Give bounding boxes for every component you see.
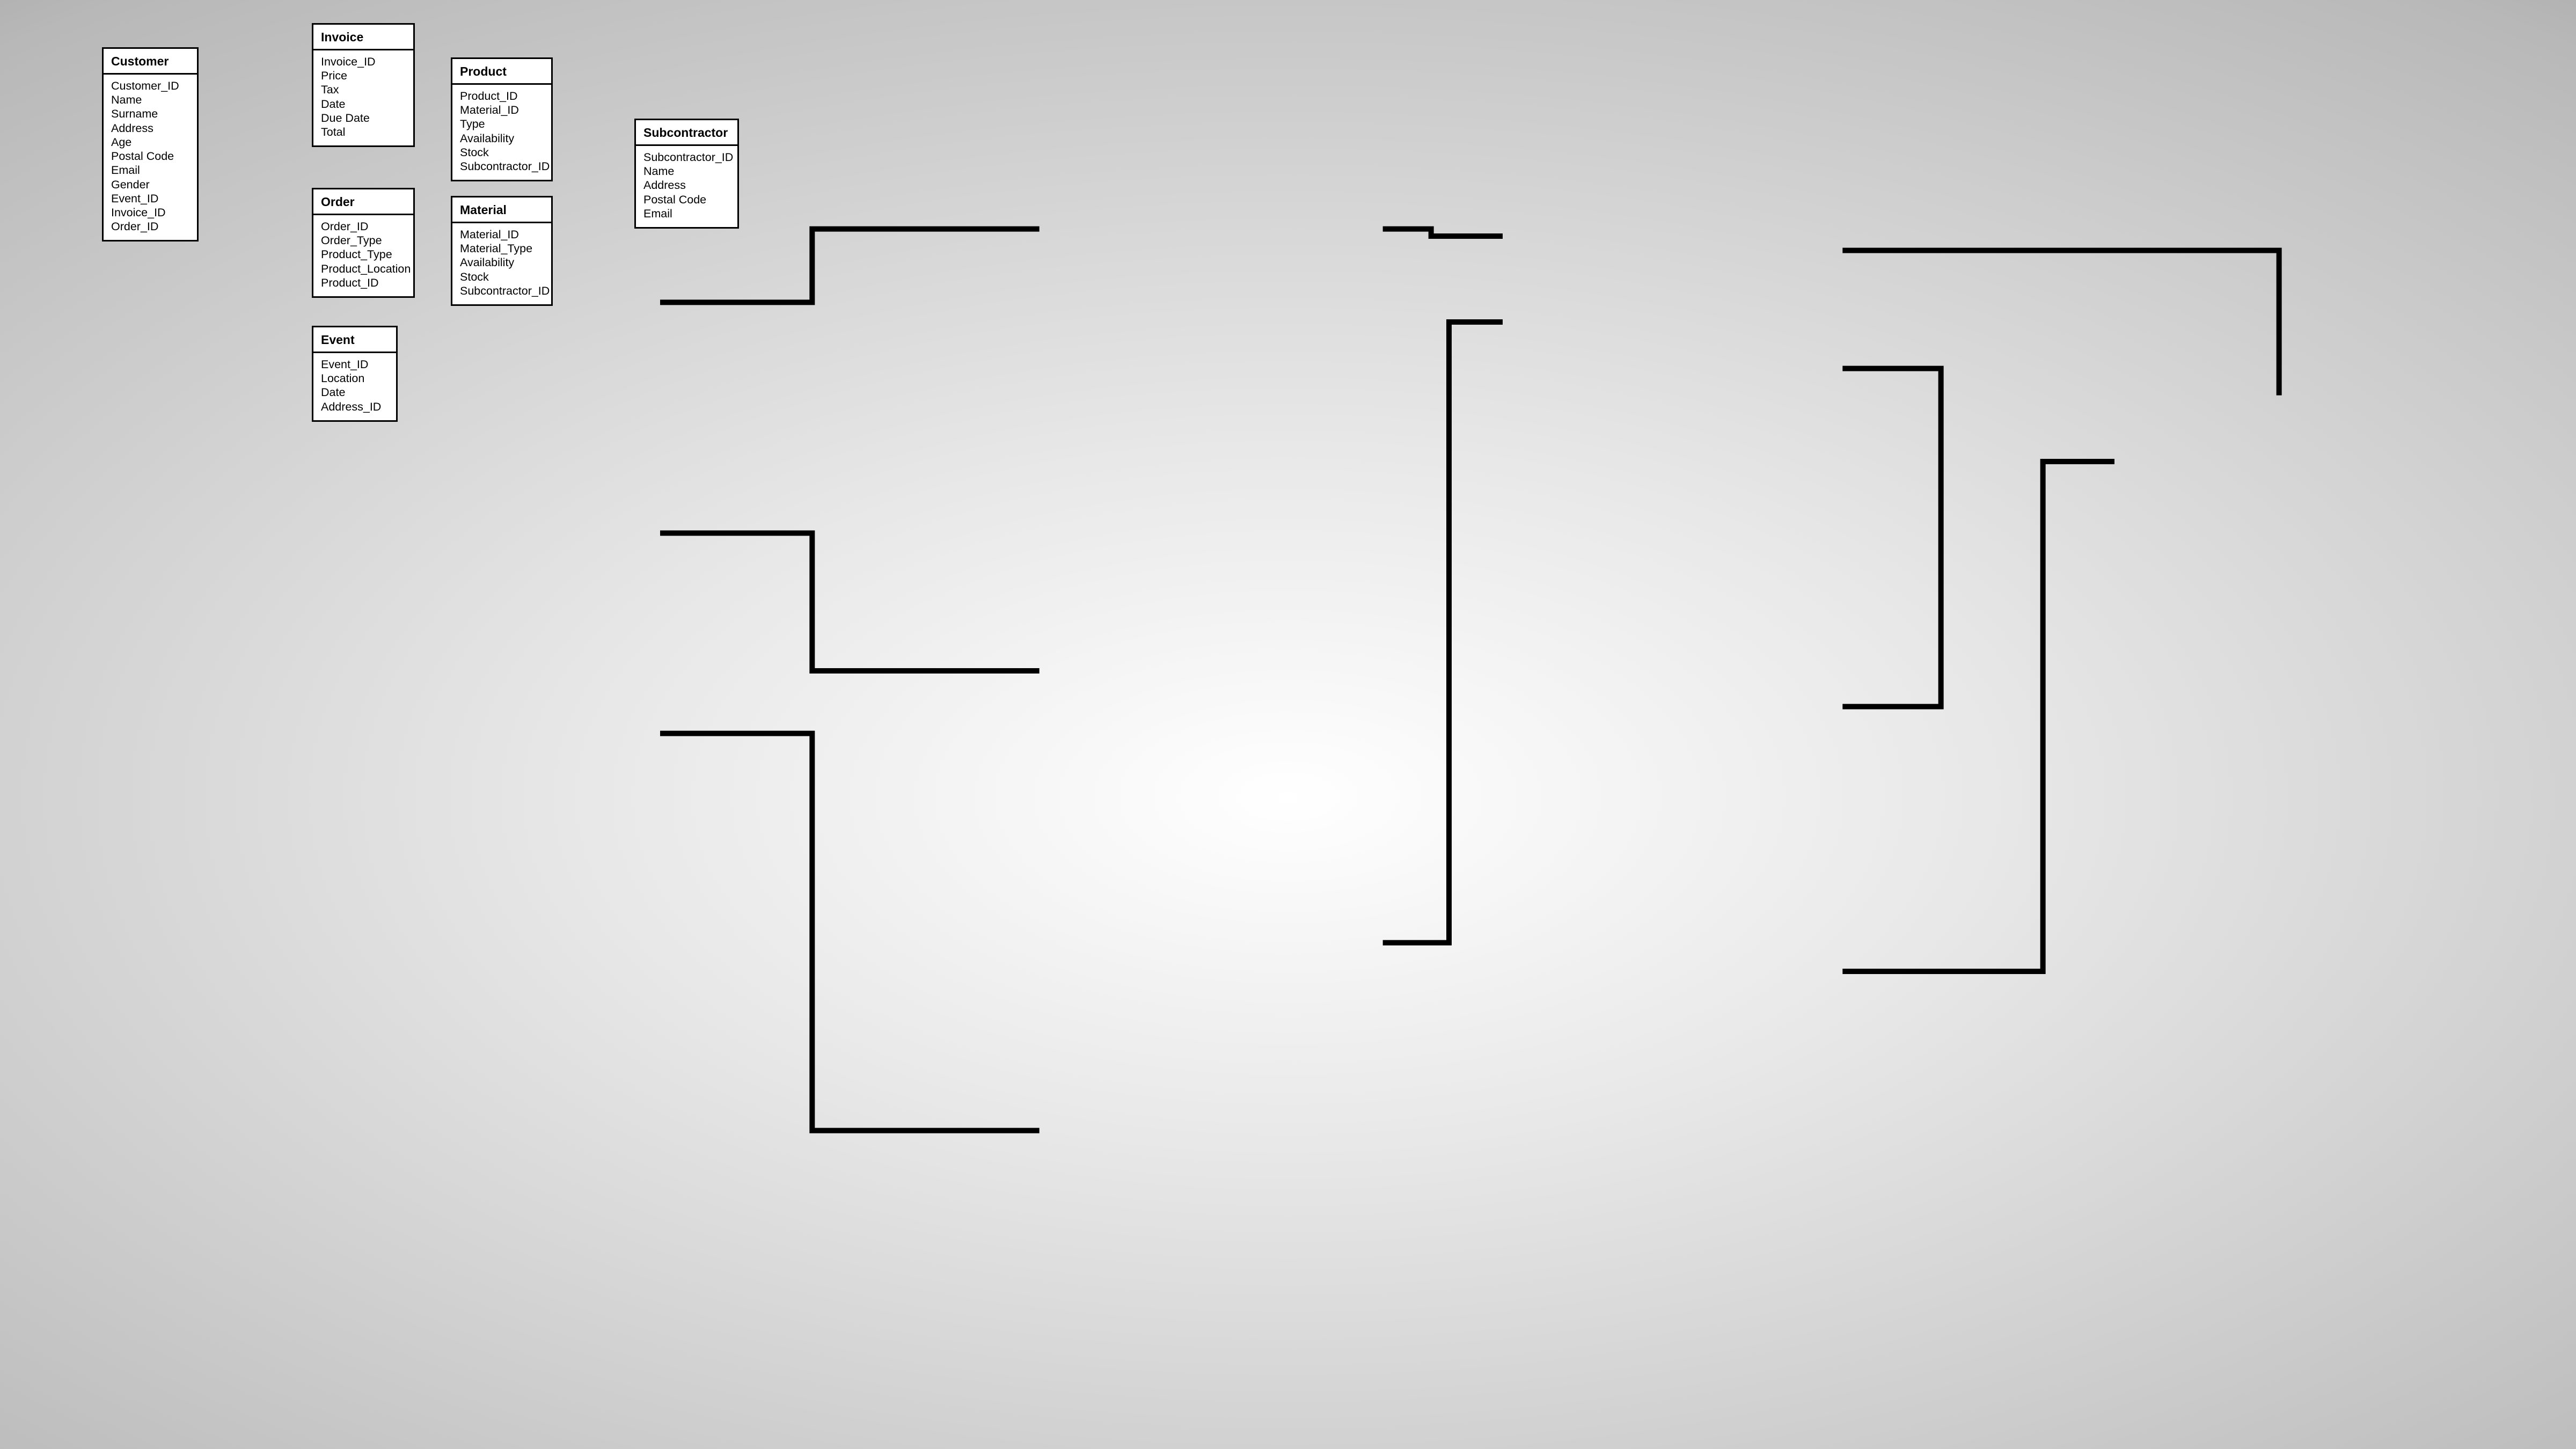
entity-customer: Customer Customer_ID Name Surname Addres… [102,47,199,241]
field: Date [321,97,406,111]
entity-fields: Event_ID Location Date Address_ID [313,353,396,420]
field: Material_Type [460,241,544,255]
field: Availability [460,131,544,145]
field: Address_ID [321,400,389,414]
field: Subcontractor_ID [643,150,730,164]
er-diagram-canvas: Customer Customer_ID Name Surname Addres… [0,0,2576,1449]
entity-title: Subcontractor [636,120,737,146]
field: Type [460,117,544,131]
field: Name [111,93,189,107]
entity-title: Invoice [313,25,413,50]
entity-event: Event Event_ID Location Date Address_ID [312,326,398,422]
entity-fields: Customer_ID Name Surname Address Age Pos… [104,75,197,240]
entity-fields: Subcontractor_ID Name Address Postal Cod… [636,146,737,227]
field: Postal Code [643,193,730,207]
entity-product: Product Product_ID Material_ID Type Avai… [451,57,553,181]
field: Invoice_ID [111,206,189,219]
field: Address [111,121,189,135]
entity-order: Order Order_ID Order_Type Product_Type P… [312,188,415,298]
field: Gender [111,178,189,192]
field: Stock [460,270,544,284]
field: Material_ID [460,228,544,241]
field: Product_Type [321,247,406,261]
field: Date [321,385,389,399]
entity-fields: Order_ID Order_Type Product_Type Product… [313,215,413,296]
field: Product_ID [460,89,544,103]
field: Product_Location [321,262,406,276]
field: Location [321,371,389,385]
entity-title: Order [313,189,413,215]
entity-invoice: Invoice Invoice_ID Price Tax Date Due Da… [312,23,415,147]
field: Availability [460,255,544,269]
entity-fields: Material_ID Material_Type Availability S… [452,223,551,304]
field: Address [643,178,730,192]
entity-fields: Product_ID Material_ID Type Availability… [452,85,551,180]
entity-fields: Invoice_ID Price Tax Date Due Date Total [313,50,413,145]
field: Invoice_ID [321,55,406,69]
field: Price [321,69,406,83]
entity-title: Material [452,197,551,223]
field: Surname [111,107,189,121]
field: Order_ID [111,219,189,233]
field: Email [643,207,730,221]
field: Subcontractor_ID [460,284,544,298]
field: Order_ID [321,219,406,233]
field: Customer_ID [111,79,189,93]
field: Product_ID [321,276,406,290]
field: Age [111,135,189,149]
field: Material_ID [460,103,544,117]
entity-material: Material Material_ID Material_Type Avail… [451,196,553,306]
entity-title: Customer [104,49,197,75]
entity-title: Event [313,327,396,353]
field: Email [111,163,189,177]
field: Postal Code [111,149,189,163]
field: Event_ID [321,357,389,371]
field: Event_ID [111,192,189,206]
field: Total [321,125,406,139]
field: Subcontractor_ID [460,159,544,173]
field: Tax [321,83,406,97]
entity-subcontractor: Subcontractor Subcontractor_ID Name Addr… [634,119,739,229]
entity-title: Product [452,59,551,85]
field: Name [643,164,730,178]
field: Order_Type [321,233,406,247]
field: Stock [460,145,544,159]
field: Due Date [321,111,406,125]
